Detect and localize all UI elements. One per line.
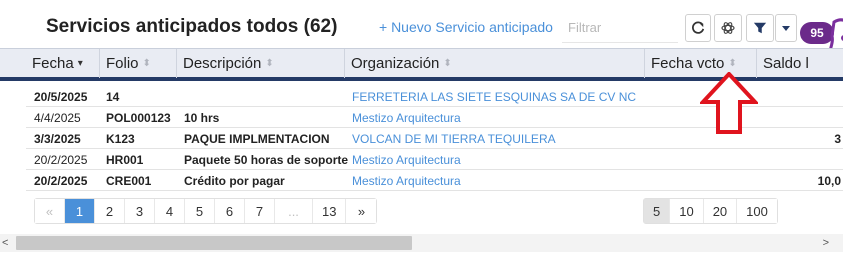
- page-size-option-10[interactable]: 10: [670, 199, 704, 223]
- pagination-page-1[interactable]: 1: [65, 199, 95, 223]
- cell-fecha: 20/2/2025: [34, 153, 88, 167]
- column-label: Descripción: [183, 55, 262, 72]
- cell-folio: CRE001: [106, 174, 152, 188]
- page-size-option-5[interactable]: 5: [644, 199, 671, 223]
- column-header-folio[interactable]: Folio ⬍: [100, 49, 177, 78]
- pagination-page-last[interactable]: 13: [313, 199, 347, 223]
- cell-fecha: 20/2/2025: [34, 174, 88, 188]
- new-service-button[interactable]: + Nuevo Servicio anticipado: [379, 19, 553, 35]
- caret-down-icon: [782, 26, 790, 31]
- page-size-option-20[interactable]: 20: [703, 199, 738, 223]
- options-dropdown-button[interactable]: [775, 14, 797, 42]
- filter-button[interactable]: [746, 14, 774, 42]
- cell-saldo: 3: [834, 132, 841, 146]
- sort-icon: ⬍: [728, 58, 737, 69]
- sort-icon: ⬍: [142, 58, 151, 69]
- openai-icon: [721, 22, 735, 34]
- annotation-arrow-icon: [700, 72, 758, 134]
- table-row[interactable]: 20/2/2025 HR001 Paquete 50 horas de sopo…: [26, 149, 843, 170]
- sort-icon: ⬍: [265, 58, 274, 69]
- funnel-icon: [753, 22, 767, 34]
- cell-folio: HR001: [106, 153, 144, 167]
- pagination-ellipsis: ...: [275, 199, 313, 223]
- refresh-button[interactable]: [685, 14, 711, 42]
- column-header-saldo[interactable]: Saldo l: [757, 49, 843, 78]
- cell-fecha: 3/3/2025: [34, 132, 81, 146]
- refresh-icon: [692, 21, 705, 34]
- scroll-left-icon[interactable]: <: [2, 237, 16, 249]
- filter-input[interactable]: [562, 13, 678, 43]
- pagination-page-4[interactable]: 4: [155, 199, 185, 223]
- cell-organizacion-link[interactable]: Mestizo Arquitectura: [352, 153, 461, 167]
- page-title: Servicios anticipados todos (62): [46, 16, 338, 37]
- pagination-next[interactable]: »: [346, 199, 377, 223]
- column-label: Organización: [351, 55, 440, 72]
- cell-folio: POL000123: [106, 111, 171, 125]
- pagination-prev[interactable]: «: [35, 199, 65, 223]
- cell-descripcion: Crédito por pagar: [184, 174, 285, 188]
- sort-desc-icon: ▾: [77, 58, 83, 69]
- column-label: Saldo l: [763, 55, 809, 72]
- cell-organizacion-link[interactable]: Mestizo Arquitectura: [352, 111, 461, 125]
- column-header-organizacion[interactable]: Organización ⬍: [345, 49, 645, 78]
- column-label: Fecha: [32, 55, 74, 72]
- cell-organizacion-link[interactable]: FERRETERIA LAS SIETE ESQUINAS SA DE CV N…: [352, 90, 636, 104]
- pagination-page-6[interactable]: 6: [215, 199, 245, 223]
- cell-folio: 14: [106, 90, 120, 104]
- pagination-page-7[interactable]: 7: [245, 199, 275, 223]
- page-header: Servicios anticipados todos (62) + Nuevo…: [0, 0, 843, 76]
- pagination: « 1 2 3 4 5 6 7 ... 13 »: [34, 198, 378, 224]
- cell-organizacion-link[interactable]: Mestizo Arquitectura: [352, 174, 461, 188]
- column-header-fecha[interactable]: Fecha ▾: [26, 49, 100, 78]
- pagination-page-3[interactable]: 3: [125, 199, 155, 223]
- cell-organizacion-link[interactable]: VOLCAN DE MI TIERRA TEQUILERA: [352, 132, 556, 146]
- page-size-option-100[interactable]: 100: [737, 199, 777, 223]
- cell-folio: K123: [106, 132, 135, 146]
- scrollbar-thumb[interactable]: [16, 236, 412, 250]
- column-label: Fecha vcto: [651, 55, 725, 72]
- sort-icon: ⬍: [443, 58, 452, 69]
- table-row[interactable]: 20/2/2025 CRE001 Crédito por pagar Mesti…: [26, 170, 843, 191]
- cell-descripcion: 10 hrs: [184, 111, 220, 125]
- ai-assistant-button[interactable]: [714, 14, 742, 42]
- column-header-descripcion[interactable]: Descripción ⬍: [177, 49, 345, 78]
- cell-descripcion: PAQUE IMPLMENTACION: [184, 132, 330, 146]
- cell-descripcion: Paquete 50 horas de soporte: [184, 153, 349, 167]
- cell-fecha: 4/4/2025: [34, 111, 81, 125]
- horizontal-scrollbar[interactable]: < >: [0, 234, 843, 252]
- page-size-selector: 5 10 20 100: [643, 198, 778, 224]
- cell-saldo: 10,0: [817, 174, 841, 188]
- scroll-right-icon[interactable]: >: [815, 237, 829, 249]
- pagination-page-5[interactable]: 5: [185, 199, 215, 223]
- cell-fecha: 20/5/2025: [34, 90, 88, 104]
- pagination-page-2[interactable]: 2: [95, 199, 125, 223]
- column-label: Folio: [106, 55, 139, 72]
